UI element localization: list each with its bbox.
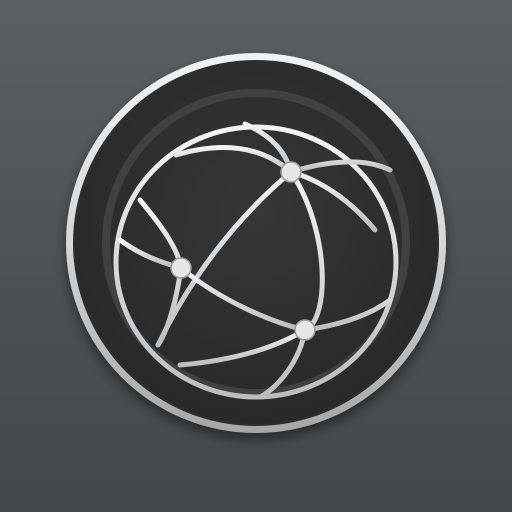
node-top: [280, 161, 302, 183]
globe-disc: [75, 62, 437, 424]
globe-network-icon: [66, 53, 446, 433]
app-icon[interactable]: [0, 0, 512, 512]
node-left: [170, 257, 192, 279]
node-bottom: [294, 319, 316, 341]
